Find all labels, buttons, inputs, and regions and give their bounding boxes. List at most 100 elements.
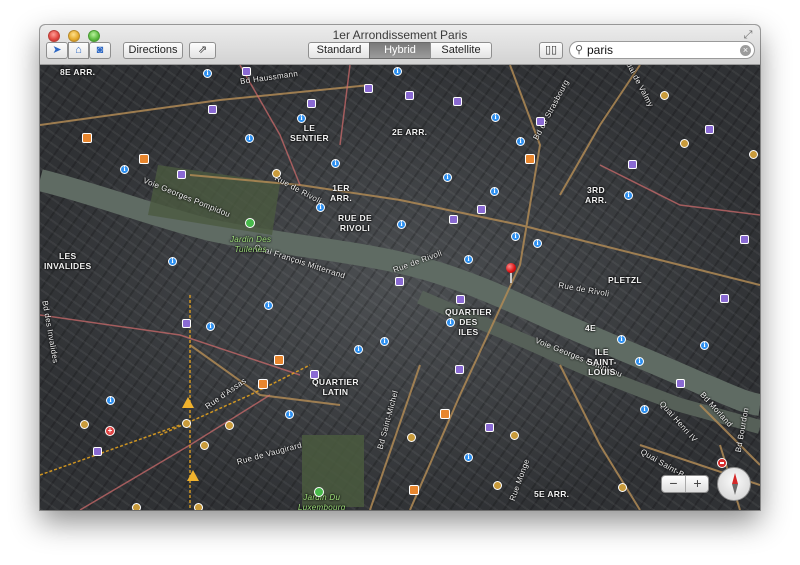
museum-icon[interactable] <box>364 84 373 93</box>
info-poi-icon[interactable]: i <box>443 173 452 182</box>
dining-icon[interactable] <box>225 421 234 430</box>
tab-hybrid[interactable]: Hybrid <box>369 42 431 59</box>
museum-icon[interactable] <box>453 97 462 106</box>
info-poi-icon[interactable]: i <box>264 301 273 310</box>
info-poi-icon[interactable]: i <box>297 114 306 123</box>
info-poi-icon[interactable]: i <box>533 239 542 248</box>
museum-icon[interactable] <box>676 379 685 388</box>
info-poi-icon[interactable]: i <box>464 255 473 264</box>
info-poi-icon[interactable]: i <box>354 345 363 354</box>
info-poi-icon[interactable]: i <box>464 453 473 462</box>
attraction-icon[interactable] <box>409 485 419 495</box>
park-icon[interactable] <box>314 487 324 497</box>
info-poi-icon[interactable]: i <box>397 220 406 229</box>
museum-icon[interactable] <box>208 105 217 114</box>
dining-icon[interactable] <box>132 503 141 510</box>
hospital-icon[interactable]: + <box>105 426 115 436</box>
traffic-button[interactable]: ◙ <box>89 42 111 59</box>
info-poi-icon[interactable]: i <box>380 337 389 346</box>
zoom-in-button[interactable]: + <box>686 476 709 492</box>
museum-icon[interactable] <box>242 67 251 76</box>
info-poi-icon[interactable]: i <box>640 405 649 414</box>
info-poi-icon[interactable]: i <box>446 318 455 327</box>
museum-icon[interactable] <box>536 117 545 126</box>
museum-icon[interactable] <box>628 160 637 169</box>
museum-icon[interactable] <box>455 365 464 374</box>
directions-button[interactable]: Directions <box>123 42 183 59</box>
dining-icon[interactable] <box>749 150 758 159</box>
dining-icon[interactable] <box>510 431 519 440</box>
info-poi-icon[interactable]: i <box>393 67 402 76</box>
info-poi-icon[interactable]: i <box>106 396 115 405</box>
attraction-icon[interactable] <box>258 379 268 389</box>
share-button[interactable]: ⇗ <box>189 42 216 59</box>
info-poi-icon[interactable]: i <box>316 203 325 212</box>
zoom-control[interactable]: − + <box>661 475 709 493</box>
traffic-warning-icon[interactable] <box>187 470 199 481</box>
park-icon[interactable] <box>245 218 255 228</box>
info-poi-icon[interactable]: i <box>120 165 129 174</box>
info-poi-icon[interactable]: i <box>168 257 177 266</box>
attraction-icon[interactable] <box>82 133 92 143</box>
dining-icon[interactable] <box>182 419 191 428</box>
search-field[interactable]: ⚲ paris × <box>569 41 755 59</box>
info-poi-icon[interactable]: i <box>490 187 499 196</box>
red-pin-icon[interactable] <box>506 263 516 273</box>
zoom-out-button[interactable]: − <box>662 476 686 492</box>
info-poi-icon[interactable]: i <box>203 69 212 78</box>
attraction-icon[interactable] <box>274 355 284 365</box>
3d-view-button[interactable]: ⌂ <box>68 42 89 59</box>
traffic-warning-icon[interactable] <box>182 397 194 408</box>
museum-icon[interactable] <box>477 205 486 214</box>
museum-icon[interactable] <box>182 319 191 328</box>
dining-icon[interactable] <box>194 503 203 510</box>
dining-icon[interactable] <box>407 433 416 442</box>
info-poi-icon[interactable]: i <box>700 341 709 350</box>
info-poi-icon[interactable]: i <box>617 335 626 344</box>
fullscreen-icon[interactable]: ⤢ <box>742 29 754 41</box>
museum-icon[interactable] <box>705 125 714 134</box>
attraction-icon[interactable] <box>139 154 149 164</box>
museum-icon[interactable] <box>740 235 749 244</box>
current-location-button[interactable]: ➤ <box>46 42 68 59</box>
museum-icon[interactable] <box>720 294 729 303</box>
dining-icon[interactable] <box>680 139 689 148</box>
search-input[interactable]: paris <box>587 43 613 57</box>
museum-icon[interactable] <box>310 370 319 379</box>
info-poi-icon[interactable]: i <box>285 410 294 419</box>
museum-icon[interactable] <box>177 170 186 179</box>
museum-icon[interactable] <box>405 91 414 100</box>
label-1er-arr: 1ER ARR. <box>330 183 352 203</box>
attraction-icon[interactable] <box>525 154 535 164</box>
tab-satellite[interactable]: Satellite <box>430 42 492 59</box>
dining-icon[interactable] <box>272 169 281 178</box>
info-poi-icon[interactable]: i <box>206 322 215 331</box>
info-poi-icon[interactable]: i <box>491 113 500 122</box>
title-bar: 1er Arrondissement Paris ⤢ ➤ ⌂ ◙ Directi… <box>40 25 760 65</box>
dining-icon[interactable] <box>493 481 502 490</box>
info-poi-icon[interactable]: i <box>624 191 633 200</box>
info-poi-icon[interactable]: i <box>516 137 525 146</box>
dining-icon[interactable] <box>200 441 209 450</box>
bookmarks-button[interactable]: ▯▯ <box>539 42 563 59</box>
museum-icon[interactable] <box>449 215 458 224</box>
info-poi-icon[interactable]: i <box>635 357 644 366</box>
label-rue-de-rivoli-district: RUE DE RIVOLI <box>338 213 372 233</box>
museum-icon[interactable] <box>485 423 494 432</box>
info-poi-icon[interactable]: i <box>331 159 340 168</box>
museum-icon[interactable] <box>395 277 404 286</box>
tab-standard[interactable]: Standard <box>308 42 370 59</box>
map-view[interactable]: 8E ARR. Bd Haussmann LE SENTIER 2E ARR. … <box>40 65 760 510</box>
dining-icon[interactable] <box>660 91 669 100</box>
info-poi-icon[interactable]: i <box>245 134 254 143</box>
clear-search-icon[interactable]: × <box>740 45 751 56</box>
info-poi-icon[interactable]: i <box>511 232 520 241</box>
road-closed-icon[interactable] <box>717 458 727 468</box>
dining-icon[interactable] <box>618 483 627 492</box>
museum-icon[interactable] <box>456 295 465 304</box>
compass-icon[interactable] <box>717 467 751 501</box>
museum-icon[interactable] <box>307 99 316 108</box>
attraction-icon[interactable] <box>440 409 450 419</box>
dining-icon[interactable] <box>80 420 89 429</box>
museum-icon[interactable] <box>93 447 102 456</box>
